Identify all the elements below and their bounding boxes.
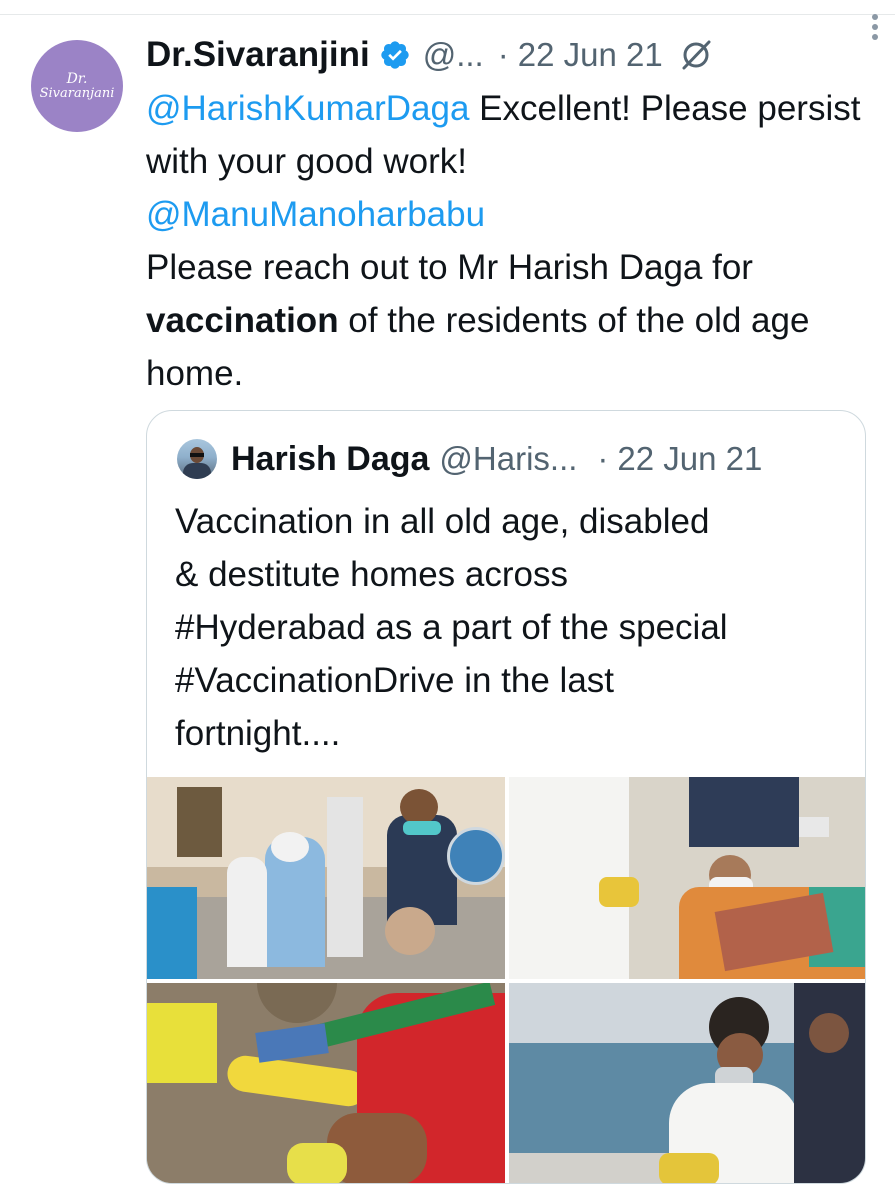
quoted-tweet-date[interactable]: 22 Jun 21 bbox=[617, 440, 762, 478]
quoted-text-line: fortnight.... bbox=[175, 714, 341, 753]
quoted-tweet-card[interactable]: Harish Daga @Haris... · 22 Jun 21 Vaccin… bbox=[146, 410, 866, 1184]
separator-dot: · bbox=[597, 440, 609, 477]
mention-link[interactable]: @HarishKumarDaga bbox=[146, 89, 469, 128]
quoted-text-line: #VaccinationDrive in the last bbox=[175, 661, 615, 700]
quoted-tweet-text: Vaccination in all old age, disabled & d… bbox=[175, 495, 855, 760]
quoted-text-line: Vaccination in all old age, disabled bbox=[175, 502, 710, 541]
quoted-tweet-header: Harish Daga @Haris... · 22 Jun 21 bbox=[177, 435, 762, 483]
vaccination-photo-3[interactable] bbox=[147, 983, 505, 1183]
author-handle[interactable]: @... bbox=[423, 36, 484, 74]
more-options-icon[interactable] bbox=[867, 12, 883, 42]
tweet-text-part: Please reach out to Mr Harish Daga for bbox=[146, 248, 753, 287]
quoted-text-line: #Hyderabad as a part of the special bbox=[175, 608, 728, 647]
quoted-author-handle[interactable]: @Haris... bbox=[439, 440, 577, 478]
separator-dot: · bbox=[497, 36, 509, 73]
tweet-header: Dr.Sivaranjini @... · 22 Jun 21 bbox=[146, 31, 876, 79]
mention-link[interactable]: @ManuManoharbabu bbox=[146, 195, 485, 234]
bold-word: vaccination bbox=[146, 301, 339, 340]
quoted-author-avatar[interactable] bbox=[177, 439, 217, 479]
quoted-author-name[interactable]: Harish Daga bbox=[231, 440, 429, 479]
media-grid bbox=[147, 777, 865, 1183]
vaccination-photo-4[interactable] bbox=[509, 983, 865, 1183]
author-avatar[interactable]: Dr. Sivaranjani bbox=[31, 40, 123, 132]
grok-icon[interactable] bbox=[679, 38, 713, 72]
tweet-date[interactable]: 22 Jun 21 bbox=[518, 36, 663, 74]
avatar-text-line2: Sivaranjani bbox=[39, 85, 115, 101]
avatar-text-line1: Dr. bbox=[66, 70, 88, 87]
vaccination-photo-2[interactable] bbox=[509, 777, 865, 979]
tweet-text: @HarishKumarDaga Excellent! Please persi… bbox=[146, 82, 866, 400]
vaccination-photo-1[interactable] bbox=[147, 777, 505, 979]
top-divider bbox=[0, 14, 895, 15]
author-name[interactable]: Dr.Sivaranjini bbox=[146, 35, 370, 75]
quoted-text-line: & destitute homes across bbox=[175, 555, 568, 594]
verified-badge-icon[interactable] bbox=[379, 39, 411, 71]
